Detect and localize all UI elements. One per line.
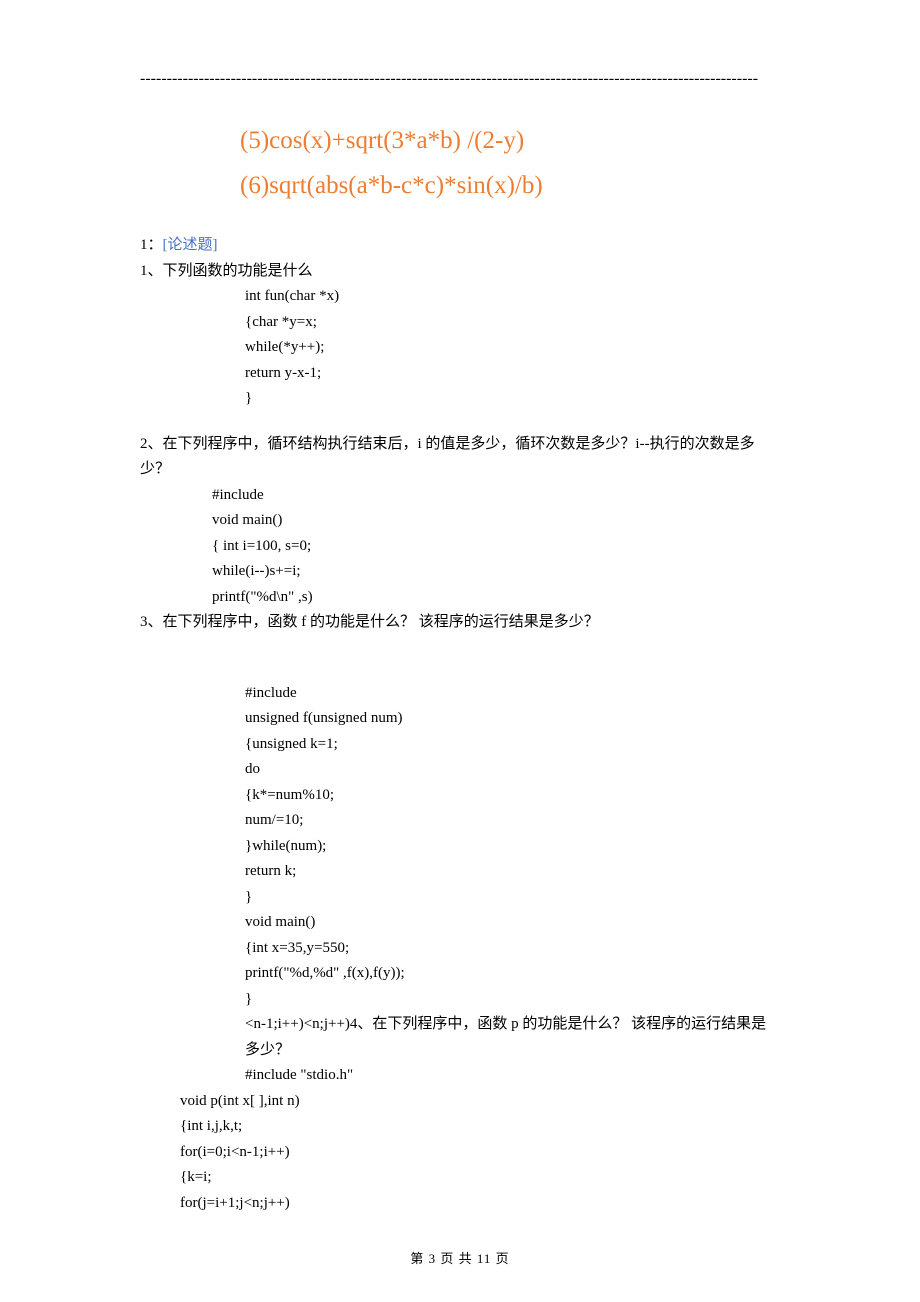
q1-prefix: 1： <box>140 237 163 253</box>
code-line: return y-x-1; <box>245 361 780 387</box>
code-line: {k=i; <box>180 1165 780 1191</box>
code-line: void p(int x[ ],int n) <box>180 1089 780 1115</box>
code-line: #include <box>245 681 780 707</box>
code-line: } <box>245 987 780 1013</box>
code-line: printf("%d,%d" ,f(x),f(y)); <box>245 961 780 987</box>
code-line: do <box>245 757 780 783</box>
q2-code: #include void main() { int i=100, s=0; w… <box>212 483 780 611</box>
header-rule: ----------------------------------------… <box>140 70 780 88</box>
code-line: { int i=100, s=0; <box>212 534 780 560</box>
q4-intro: <n-1;i++)<n;j++)4、在下列程序中，函数 p 的功能是什么？ 该程… <box>245 1012 775 1063</box>
code-line: {unsigned k=1; <box>245 732 780 758</box>
code-line: num/=10; <box>245 808 780 834</box>
q4-include: #include "stdio.h" <box>245 1063 780 1089</box>
code-line: }while(num); <box>245 834 780 860</box>
code-line: int fun(char *x) <box>245 284 780 310</box>
code-line: printf("%d\n" ,s) <box>212 585 780 611</box>
code-line: } <box>245 386 780 412</box>
code-line: {int i,j,k,t; <box>180 1114 780 1140</box>
code-line: void main() <box>212 508 780 534</box>
q1-body: 1、下列函数的功能是什么 <box>140 259 780 285</box>
code-line: unsigned f(unsigned num) <box>245 706 780 732</box>
code-line: {int x=35,y=550; <box>245 936 780 962</box>
q1-code: int fun(char *x) {char *y=x; while(*y++)… <box>245 284 780 412</box>
code-line: } <box>245 885 780 911</box>
code-line: {char *y=x; <box>245 310 780 336</box>
code-line: return k; <box>245 859 780 885</box>
question-1-header: 1：[论述题] <box>140 233 780 259</box>
code-line: for(j=i+1;j<n;j++) <box>180 1191 780 1217</box>
code-line: void main() <box>245 910 780 936</box>
page: ----------------------------------------… <box>0 0 920 1302</box>
q2-body: 2、在下列程序中，循环结构执行结束后，i 的值是多少，循环次数是多少？i--执行… <box>140 432 780 483</box>
q1-tag: [论述题] <box>163 237 218 253</box>
code-line: for(i=0;i<n-1;i++) <box>180 1140 780 1166</box>
expr-5: (5)cos(x)+sqrt(3*a*b) /(2-y) <box>240 118 780 163</box>
q3-code: #include unsigned f(unsigned num) {unsig… <box>245 681 780 1013</box>
code-line: while(i--)s+=i; <box>212 559 780 585</box>
code-line: {k*=num%10; <box>245 783 780 809</box>
code-line: while(*y++); <box>245 335 780 361</box>
q3-body: 3、在下列程序中，函数 f 的功能是什么？ 该程序的运行结果是多少？ <box>140 610 780 636</box>
q4-code: void p(int x[ ],int n) {int i,j,k,t; for… <box>180 1089 780 1217</box>
answer-expressions: (5)cos(x)+sqrt(3*a*b) /(2-y) (6)sqrt(abs… <box>240 118 780 208</box>
page-footer: 第 3 页 共 11 页 <box>0 1248 920 1267</box>
expr-6: (6)sqrt(abs(a*b-c*c)*sin(x)/b) <box>240 163 780 208</box>
code-line: #include <box>212 483 780 509</box>
